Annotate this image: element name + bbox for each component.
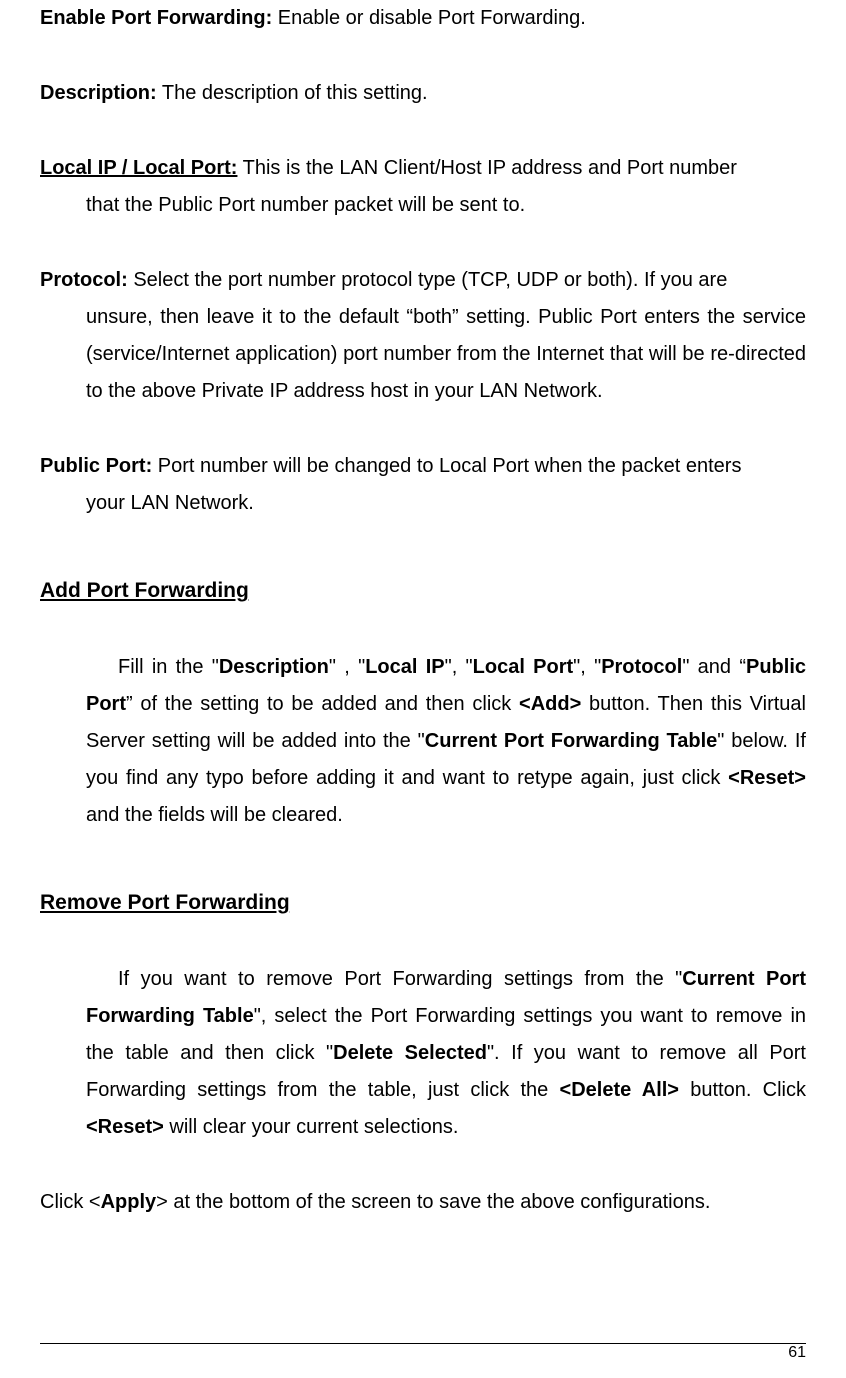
final-b1: Apply xyxy=(101,1191,157,1213)
heading-add-port-forwarding: Add Port Forwarding xyxy=(40,572,806,611)
add-t3: ", " xyxy=(445,656,473,678)
heading-remove-port-forwarding: Remove Port Forwarding xyxy=(40,884,806,923)
add-t5: " and “ xyxy=(682,656,746,678)
add-b1: Description xyxy=(219,656,329,678)
def-protocol-inline: Select the port number protocol type (TC… xyxy=(128,269,728,291)
add-b6: <Add> xyxy=(519,693,581,715)
add-b2: Local IP xyxy=(365,656,444,678)
def-localip-inline: This is the LAN Client/Host IP address a… xyxy=(237,157,737,179)
remove-b3: <Delete All> xyxy=(560,1079,679,1101)
remove-t1: If you want to remove Port Forwarding se… xyxy=(118,968,682,990)
page-number: 61 xyxy=(788,1338,806,1368)
add-t1: Fill in the " xyxy=(118,656,219,678)
add-b7: Current Port Forwarding Table xyxy=(425,730,718,752)
def-localip-label: Local IP / Local Port: xyxy=(40,157,237,179)
def-publicport-inline: Port number will be changed to Local Por… xyxy=(152,455,741,477)
def-publicport-label: Public Port: xyxy=(40,455,152,477)
remove-t4: button. Click xyxy=(679,1079,806,1101)
add-t4: ", " xyxy=(573,656,601,678)
def-publicport-rest: your LAN Network. xyxy=(40,485,806,522)
para-remove: If you want to remove Port Forwarding se… xyxy=(40,961,806,1146)
add-b8: <Reset> xyxy=(728,767,806,789)
def-publicport: Public Port: Port number will be changed… xyxy=(40,448,806,522)
content-body: Enable Port Forwarding: Enable or disabl… xyxy=(40,0,806,1221)
def-description-text: The description of this setting. xyxy=(157,82,428,104)
def-enable: Enable Port Forwarding: Enable or disabl… xyxy=(40,0,806,37)
add-b3: Local Port xyxy=(473,656,574,678)
remove-b4: <Reset> xyxy=(86,1116,164,1138)
def-enable-text: Enable or disable Port Forwarding. xyxy=(272,7,586,29)
document-page: Enable Port Forwarding: Enable or disabl… xyxy=(0,0,846,1378)
def-enable-label: Enable Port Forwarding: xyxy=(40,7,272,29)
add-b4: Protocol xyxy=(601,656,682,678)
add-t9: and the fields will be cleared. xyxy=(86,804,343,826)
final-t1: Click < xyxy=(40,1191,101,1213)
def-protocol: Protocol: Select the port number protoco… xyxy=(40,262,806,410)
def-description: Description: The description of this set… xyxy=(40,75,806,112)
para-add: Fill in the "Description" , "Local IP", … xyxy=(40,649,806,834)
footer-separator xyxy=(40,1343,806,1344)
remove-b2: Delete Selected xyxy=(333,1042,487,1064)
final-t2: > at the bottom of the screen to save th… xyxy=(156,1191,710,1213)
def-localip-rest: that the Public Port number packet will … xyxy=(40,187,806,224)
def-protocol-label: Protocol: xyxy=(40,269,128,291)
add-t6: ” of the setting to be added and then cl… xyxy=(126,693,519,715)
add-t2: " , " xyxy=(329,656,365,678)
def-description-label: Description: xyxy=(40,82,157,104)
def-protocol-rest: unsure, then leave it to the default “bo… xyxy=(40,299,806,410)
remove-t5: will clear your current selections. xyxy=(164,1116,459,1138)
def-localip: Local IP / Local Port: This is the LAN C… xyxy=(40,150,806,224)
para-final: Click <Apply> at the bottom of the scree… xyxy=(40,1184,806,1221)
